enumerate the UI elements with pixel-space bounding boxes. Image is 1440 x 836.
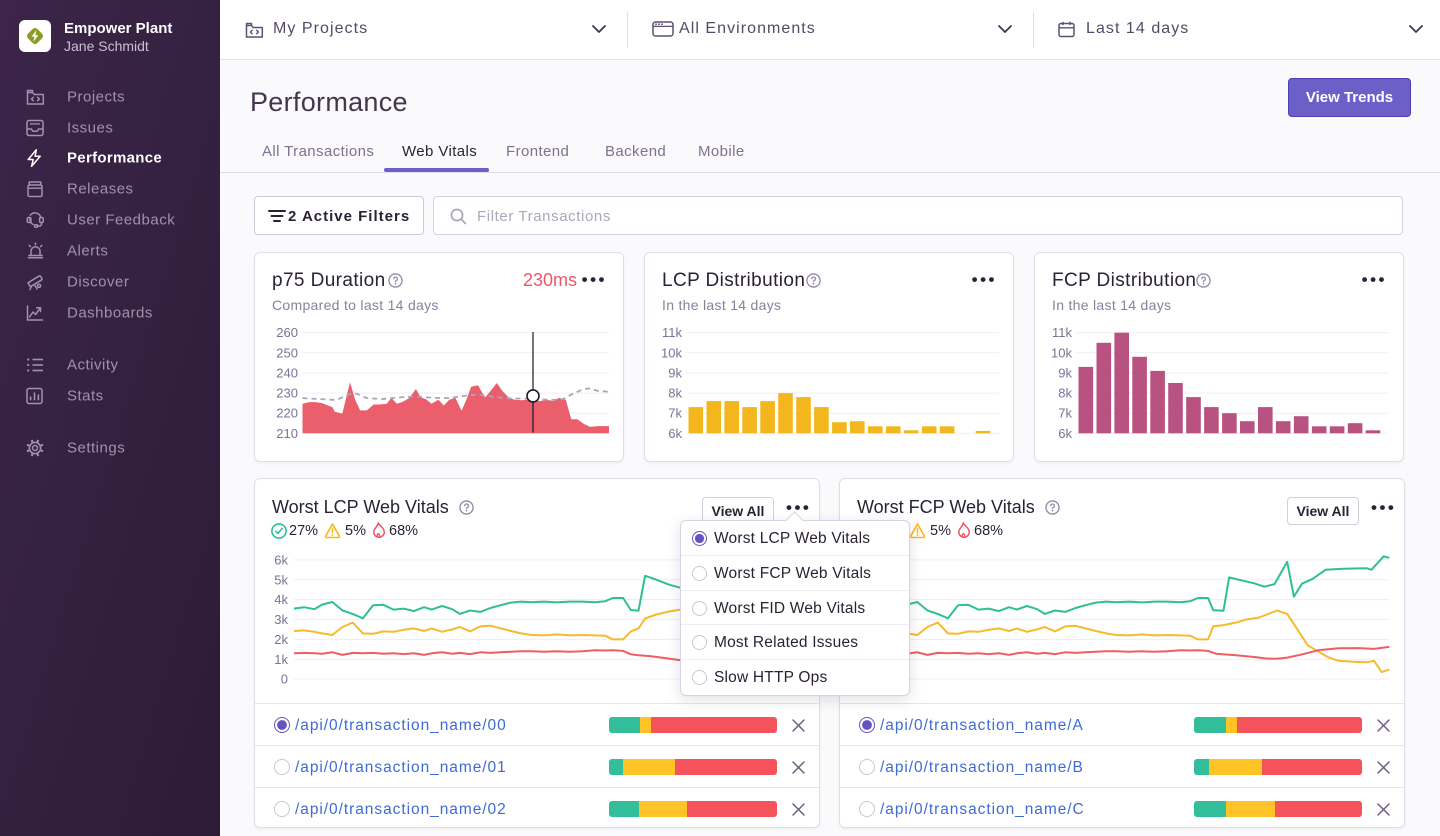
svg-text:9k: 9k [668, 365, 682, 380]
svg-text:6k: 6k [668, 426, 682, 441]
svg-text:2k: 2k [274, 632, 288, 647]
svg-text:5k: 5k [274, 572, 288, 587]
svg-text:10k: 10k [661, 345, 682, 360]
svg-text:11k: 11k [662, 325, 682, 340]
svg-text:3k: 3k [274, 612, 288, 627]
svg-text:230: 230 [276, 386, 298, 401]
svg-text:210: 210 [276, 426, 298, 441]
svg-text:10k: 10k [1051, 345, 1072, 360]
svg-text:7k: 7k [668, 406, 682, 421]
svg-text:8k: 8k [1058, 386, 1072, 401]
svg-text:240: 240 [276, 365, 298, 380]
svg-text:6k: 6k [1058, 426, 1072, 441]
svg-text:6k: 6k [274, 552, 288, 567]
svg-text:1k: 1k [274, 652, 288, 667]
svg-text:9k: 9k [1058, 365, 1072, 380]
svg-text:220: 220 [276, 406, 298, 421]
svg-text:4k: 4k [274, 592, 288, 607]
svg-text:7k: 7k [1058, 406, 1072, 421]
svg-text:0: 0 [281, 672, 288, 687]
svg-text:8k: 8k [668, 386, 682, 401]
svg-text:250: 250 [276, 345, 298, 360]
svg-text:260: 260 [276, 325, 298, 340]
svg-text:11k: 11k [1052, 325, 1072, 340]
